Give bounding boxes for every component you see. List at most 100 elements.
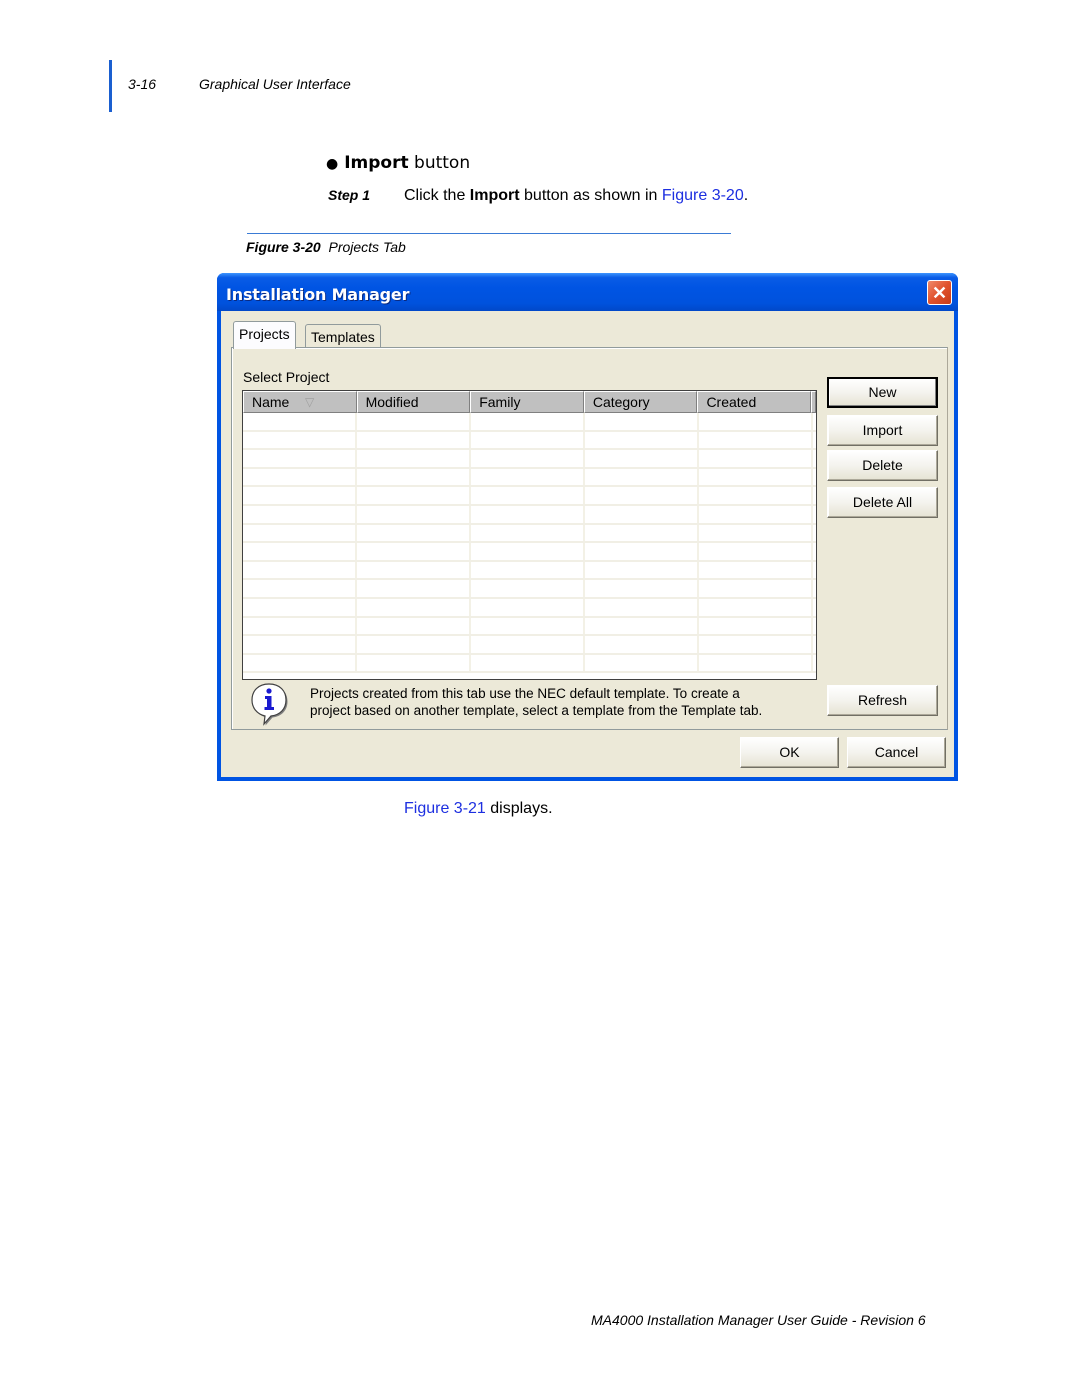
- figure-title: Projects Tab: [328, 239, 406, 255]
- new-button[interactable]: New: [827, 377, 938, 408]
- table-cell: [585, 617, 699, 635]
- step-text-after: button as shown in: [519, 187, 662, 204]
- ok-button[interactable]: OK: [740, 737, 839, 768]
- tab-projects[interactable]: Projects: [233, 321, 296, 349]
- table-cell: [471, 543, 585, 560]
- projects-table[interactable]: Name ▽ Modified Family Category Created: [242, 390, 817, 680]
- info-line-1: Projects created from this tab use the N…: [310, 686, 740, 701]
- dialog-client: Projects Templates Select Project Name ▽ …: [221, 311, 954, 777]
- figure-link[interactable]: Figure 3-20: [662, 187, 744, 204]
- table-cell: [585, 654, 699, 672]
- figure-caption: Figure 3-20 Projects Tab: [246, 239, 406, 255]
- bullet-bold: Import: [344, 153, 409, 173]
- figure-followup: Figure 3-21 displays.: [404, 800, 553, 818]
- table-cell: [243, 524, 357, 542]
- delete-button[interactable]: Delete: [827, 450, 938, 481]
- table-cell: [585, 636, 699, 653]
- table-cell: [699, 617, 813, 635]
- table-row[interactable]: [243, 598, 816, 618]
- step-text: Click the: [404, 187, 470, 204]
- step-1: Step 1 Click the Import button as shown i…: [328, 187, 748, 205]
- table-cell: [585, 561, 699, 579]
- table-cell: [699, 524, 813, 542]
- table-cell: [243, 543, 357, 560]
- step-end: .: [743, 187, 749, 204]
- table-cell: [243, 413, 357, 430]
- page-footer: MA4000 Installation Manager User Guide -…: [591, 1312, 926, 1328]
- table-row[interactable]: [243, 505, 816, 525]
- select-project-label: Select Project: [243, 369, 330, 385]
- margin-bar: [109, 60, 112, 112]
- table-cell: [357, 468, 471, 486]
- column-header-name[interactable]: Name ▽: [243, 391, 357, 413]
- table-cell: [471, 487, 585, 504]
- column-header-created[interactable]: Created: [697, 391, 812, 413]
- table-row[interactable]: [243, 468, 816, 488]
- table-cell: [357, 487, 471, 504]
- table-row[interactable]: [243, 413, 816, 432]
- close-icon: ✕: [931, 283, 948, 303]
- title-bar[interactable]: Installation Manager ✕: [217, 273, 958, 311]
- followup-text: displays.: [485, 800, 553, 817]
- table-cell: [699, 487, 813, 504]
- table-row[interactable]: [243, 487, 816, 506]
- table-cell: [471, 468, 585, 486]
- column-header-family[interactable]: Family: [470, 391, 584, 413]
- figure-21-link[interactable]: Figure 3-21: [404, 800, 486, 817]
- table-row[interactable]: [243, 580, 816, 599]
- refresh-button[interactable]: Refresh: [827, 685, 938, 716]
- table-cell: [243, 450, 357, 467]
- close-button[interactable]: ✕: [927, 280, 952, 305]
- table-cell: [357, 580, 471, 597]
- step-bold: Import: [469, 187, 520, 204]
- column-header-category[interactable]: Category: [583, 391, 698, 413]
- table-row[interactable]: [243, 636, 816, 655]
- table-row[interactable]: [243, 450, 816, 469]
- table-cell: [699, 580, 813, 597]
- table-cell: [699, 468, 813, 486]
- table-cell: [585, 598, 699, 616]
- table-cell: [585, 450, 699, 467]
- table-row[interactable]: [243, 654, 816, 674]
- table-cell: [357, 598, 471, 616]
- column-header-modified[interactable]: Modified: [356, 391, 471, 413]
- table-cell: [357, 524, 471, 542]
- table-cell: [585, 468, 699, 486]
- table-cell: [585, 431, 699, 449]
- table-cell: [471, 580, 585, 597]
- table-cell: [585, 413, 699, 430]
- import-button[interactable]: Import: [827, 415, 938, 446]
- delete-all-button[interactable]: Delete All: [827, 487, 938, 518]
- table-cell: [471, 561, 585, 579]
- table-cell: [471, 617, 585, 635]
- step-label: Step 1: [328, 187, 371, 203]
- table-cell: [471, 524, 585, 542]
- table-row[interactable]: [243, 561, 816, 581]
- table-row[interactable]: [243, 617, 816, 637]
- table-cell: [357, 543, 471, 560]
- table-cell: [699, 413, 813, 430]
- table-cell: [357, 431, 471, 449]
- table-cell: [699, 450, 813, 467]
- table-cell: [357, 617, 471, 635]
- table-row[interactable]: [243, 431, 816, 451]
- table-cell: [471, 450, 585, 467]
- cancel-button[interactable]: Cancel: [847, 737, 946, 768]
- table-cell: [471, 413, 585, 430]
- table-cell: [699, 598, 813, 616]
- bullet-icon: ●: [326, 156, 339, 172]
- bullet-text: button: [408, 153, 471, 173]
- table-cell: [699, 654, 813, 672]
- table-body: [243, 413, 816, 679]
- table-cell: [471, 431, 585, 449]
- table-cell: [471, 654, 585, 672]
- table-row[interactable]: [243, 543, 816, 562]
- header-section-title: Graphical User Interface: [199, 76, 351, 92]
- table-cell: [357, 561, 471, 579]
- table-cell: [243, 617, 357, 635]
- table-row[interactable]: [243, 524, 816, 544]
- table-cell: [243, 561, 357, 579]
- table-cell: [243, 580, 357, 597]
- tab-templates[interactable]: Templates: [305, 324, 381, 349]
- table-cell: [243, 487, 357, 504]
